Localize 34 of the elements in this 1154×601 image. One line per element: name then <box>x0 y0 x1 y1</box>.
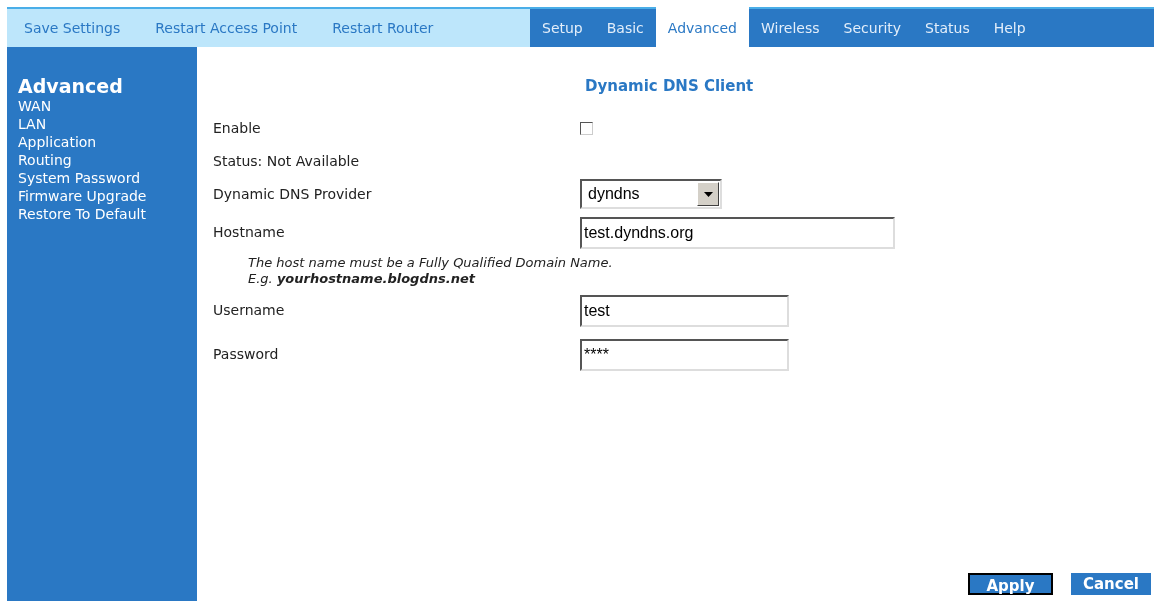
enable-checkbox[interactable] <box>580 121 593 135</box>
text-input[interactable]: **** <box>580 338 789 371</box>
text-input[interactable]: test <box>580 294 789 327</box>
sidebar-link[interactable]: Restore To Default <box>18 205 146 223</box>
sidebar-link[interactable]: WAN <box>18 97 52 115</box>
toolbar-link[interactable]: Save Settings <box>24 17 121 39</box>
sidebar-link[interactable]: Firmware Upgrade <box>18 187 147 205</box>
toolbar-link[interactable]: Restart Access Point <box>155 17 298 39</box>
form-title: Dynamic DNS Client <box>585 76 754 97</box>
form-button[interactable]: Apply <box>968 573 1053 595</box>
field-label: Hostname <box>213 223 286 242</box>
sidebar-link[interactable]: Application <box>18 133 97 151</box>
field-label: Enable <box>213 118 262 138</box>
sidebar-link[interactable]: Routing <box>18 151 72 169</box>
sidebar-link[interactable]: System Password <box>18 169 141 187</box>
nav-tab[interactable]: Help <box>981 9 1038 47</box>
toolbar-link[interactable]: Restart Router <box>332 17 434 39</box>
field-label: Password <box>213 345 280 364</box>
nav-tab[interactable]: Setup <box>530 9 595 47</box>
nav-tab[interactable]: Wireless <box>749 9 832 47</box>
provider-dropdown[interactable]: dyndns <box>580 179 722 209</box>
field-label: Username <box>213 301 286 320</box>
sidebar-link[interactable]: LAN <box>18 115 47 133</box>
nav-tab[interactable]: Basic <box>594 9 656 47</box>
hint-text: E.g. yourhostname.blogdns.net <box>248 270 477 287</box>
nav-tab[interactable]: Advanced <box>655 7 749 47</box>
form-button[interactable]: Cancel <box>1071 573 1151 595</box>
nav-tab[interactable]: Security <box>831 9 914 47</box>
text-input[interactable]: test.dyndns.org <box>580 216 895 249</box>
hint-text: The host name must be a Fully Qualified Domain Name. <box>248 254 614 271</box>
field-label: Status: Not Available <box>213 151 361 171</box>
nav-tab[interactable]: Status <box>913 9 982 47</box>
sidebar-title: Advanced <box>18 75 123 97</box>
field-label: Dynamic DNS Provider <box>213 184 373 204</box>
